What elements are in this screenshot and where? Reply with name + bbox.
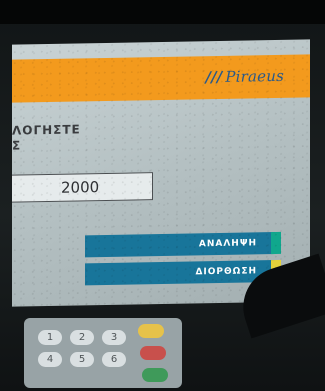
brand-name: Piraeus [225,66,284,86]
key-1[interactable]: 1 [38,330,62,345]
withdraw-button[interactable]: ΑΝΑΛΗΨΗ [85,232,275,258]
top-frame [0,0,325,24]
prompt-line-1: ΛΟΓΗΣΤΕ [12,122,81,138]
amount-field[interactable]: 2000 [12,172,153,203]
key-3[interactable]: 3 [102,330,126,345]
brand-header: ///Piraeus [12,54,310,103]
amount-prompt: ΛΟΓΗΣΤΕ Σ [12,122,81,153]
key-2[interactable]: 2 [70,330,94,345]
correct-button[interactable]: ΔΙΟΡΘΩΣΗ [85,260,275,286]
brand-logo: ///Piraeus [205,67,284,86]
brand-mark-icon: /// [205,67,223,87]
keypad: 1 2 3 4 5 6 [24,318,182,388]
key-6[interactable]: 6 [102,352,126,367]
key-5[interactable]: 5 [70,352,94,367]
cancel-key[interactable] [140,346,166,360]
clear-key[interactable] [138,324,164,338]
amount-value: 2000 [61,178,100,197]
key-4[interactable]: 4 [38,352,62,367]
prompt-line-2: Σ [12,138,22,153]
enter-key[interactable] [142,368,168,382]
atm-screen: ///Piraeus ΛΟΓΗΣΤΕ Σ 2000 ΑΝΑΛΗΨΗ ΔΙΟΡΘΩ… [12,39,310,307]
